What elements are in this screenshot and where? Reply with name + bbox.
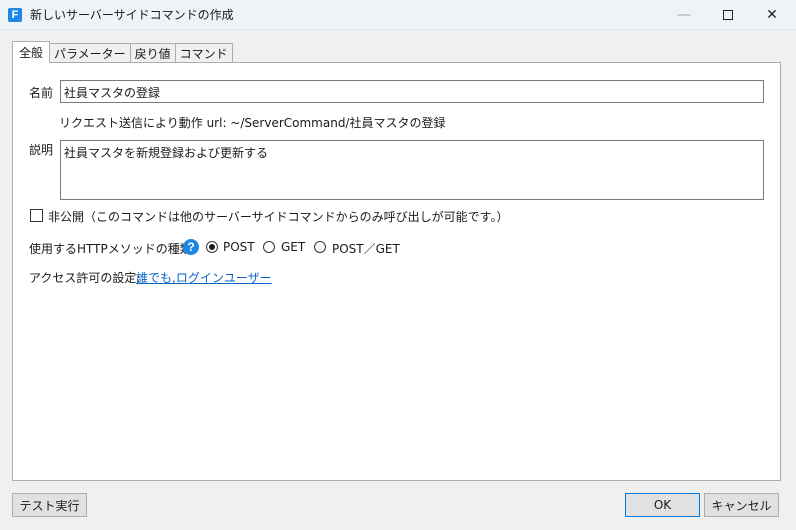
- radio-post[interactable]: [206, 241, 218, 253]
- tab-bar: 全般 パラメーター 戻り値 コマンド: [12, 41, 233, 63]
- tab-parameters[interactable]: パラメーター: [49, 43, 131, 63]
- tab-general[interactable]: 全般: [12, 41, 51, 63]
- window-title: 新しいサーバーサイドコマンドの作成: [30, 8, 234, 22]
- radio-get[interactable]: [263, 241, 275, 253]
- description-textarea[interactable]: 社員マスタを新規登録および更新する: [60, 140, 764, 200]
- maximize-button[interactable]: [706, 0, 750, 30]
- radio-post-get-label: POST／GET: [332, 242, 400, 256]
- http-method-label: 使用するHTTPメソッドの種類:: [29, 242, 196, 256]
- private-checkbox-label: 非公開（このコマンドは他のサーバーサイドコマンドからのみ呼び出しが可能です。）: [48, 210, 509, 224]
- cancel-button[interactable]: キャンセル: [704, 493, 779, 517]
- maximize-icon: [723, 10, 733, 20]
- help-icon[interactable]: ?: [183, 239, 199, 255]
- name-label: 名前: [29, 86, 54, 100]
- title-bar: F 新しいサーバーサイドコマンドの作成 — ✕: [0, 0, 796, 30]
- radio-post-get[interactable]: [314, 241, 326, 253]
- description-label: 説明: [29, 143, 54, 157]
- request-url-text: リクエスト送信により動作 url: ~/ServerCommand/社員マスタの…: [59, 116, 446, 130]
- tab-return-value[interactable]: 戻り値: [129, 43, 176, 63]
- tab-commands[interactable]: コマンド: [174, 43, 233, 63]
- ok-button[interactable]: OK: [625, 493, 700, 517]
- private-checkbox[interactable]: [30, 209, 43, 222]
- radio-get-label: GET: [281, 240, 306, 254]
- general-tab-panel: 名前 社員マスタの登録 リクエスト送信により動作 url: ~/ServerCo…: [12, 62, 781, 481]
- minimize-button[interactable]: —: [662, 0, 706, 30]
- test-run-button[interactable]: テスト実行: [12, 493, 87, 517]
- access-permission-link[interactable]: 誰でも,ログインユーザー: [136, 269, 272, 286]
- radio-post-label: POST: [223, 240, 255, 254]
- access-permission-label: アクセス許可の設定:: [29, 271, 141, 285]
- name-input[interactable]: 社員マスタの登録: [60, 80, 764, 103]
- app-logo-icon: F: [8, 7, 22, 22]
- close-button[interactable]: ✕: [750, 0, 794, 30]
